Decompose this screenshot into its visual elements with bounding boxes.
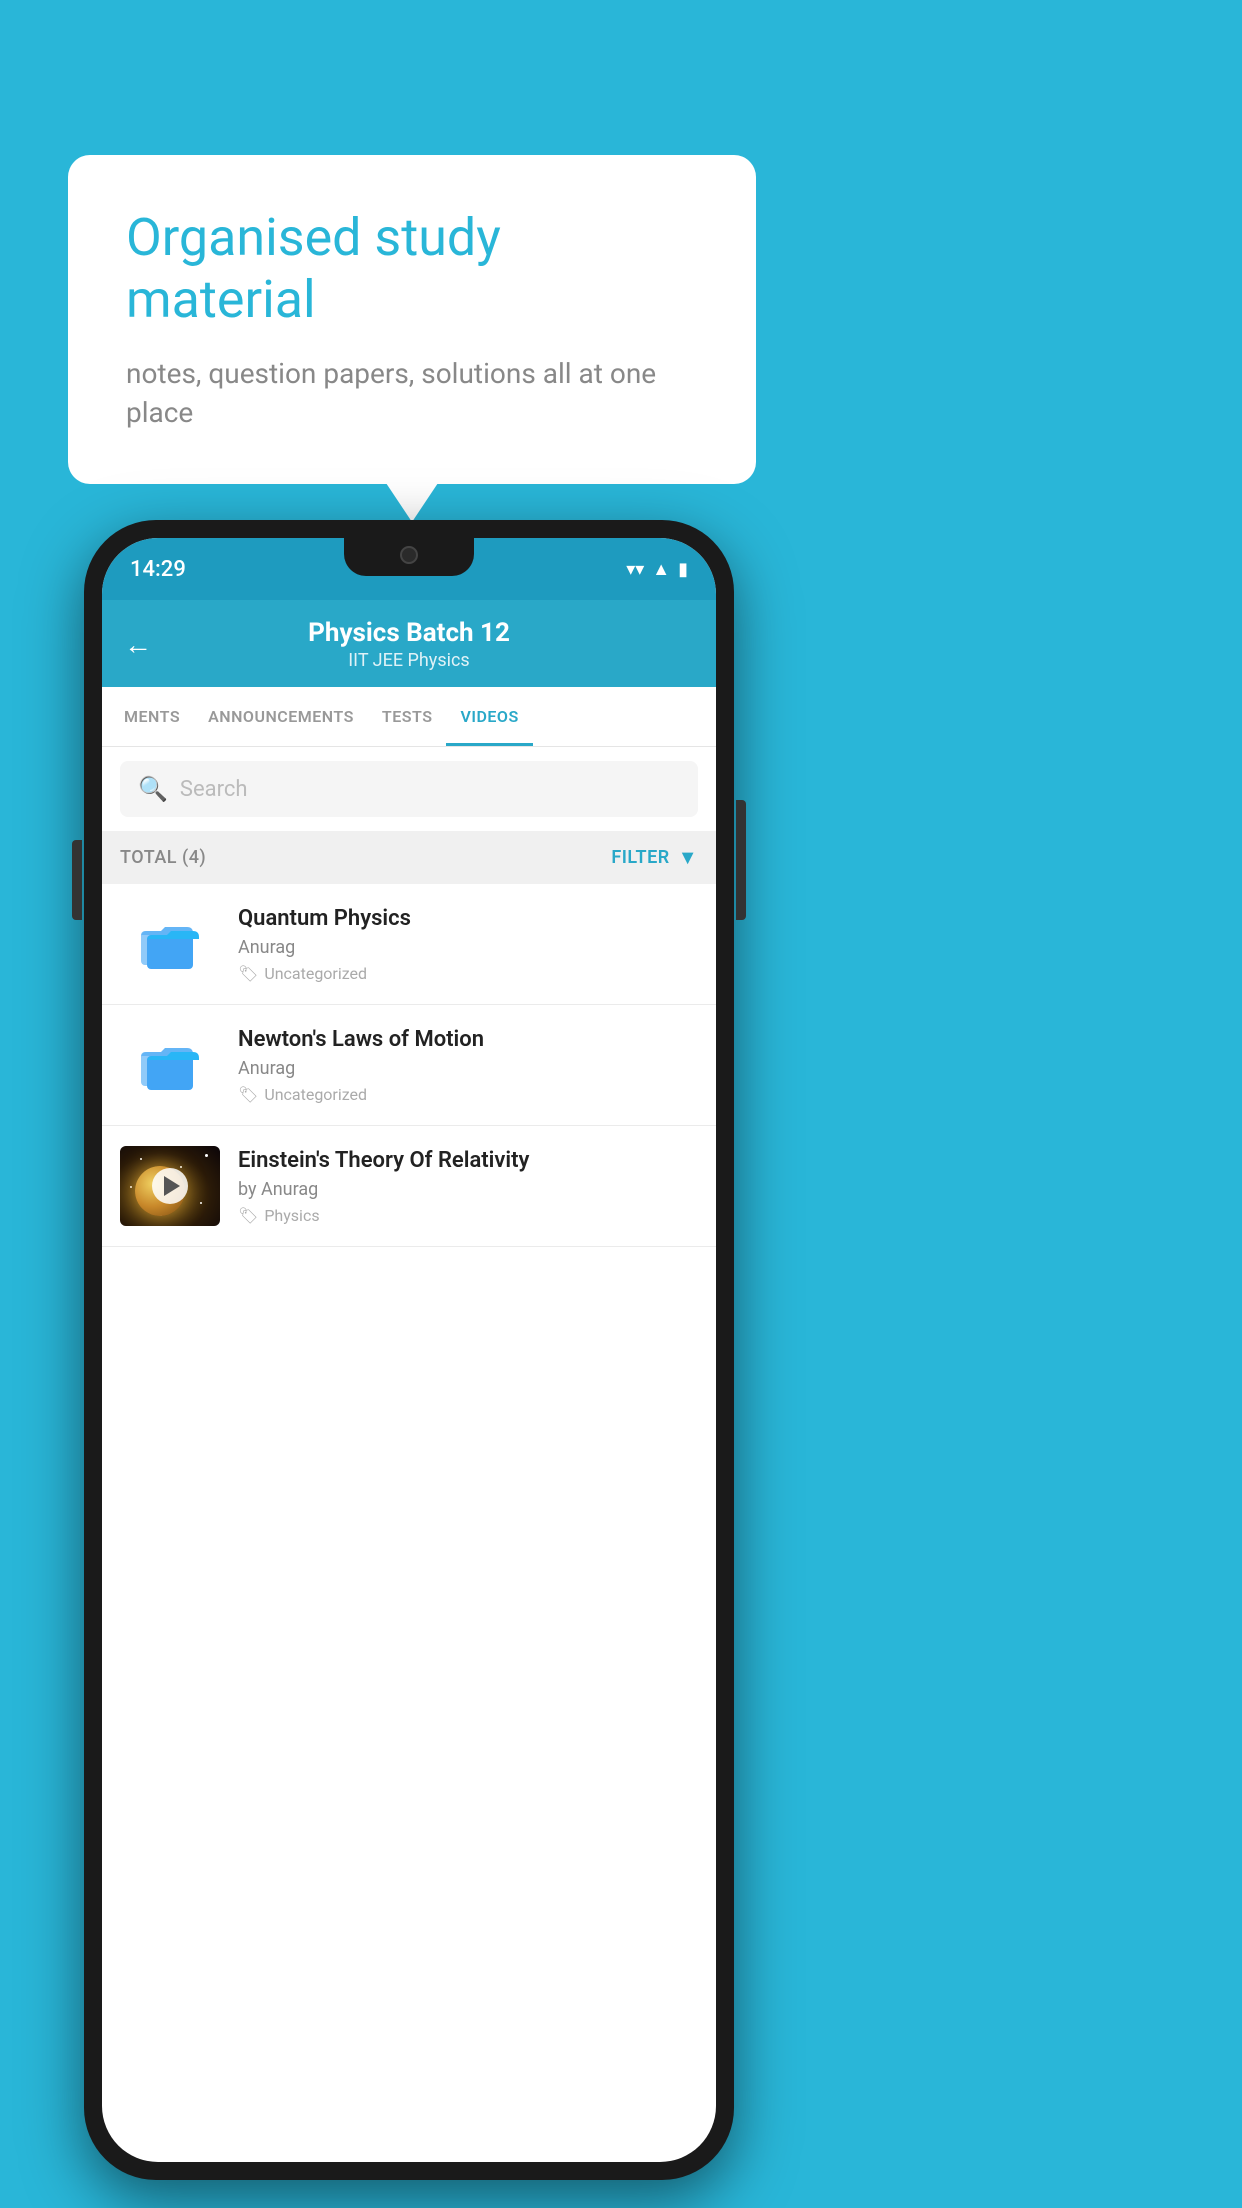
search-input[interactable]: Search [180,777,248,802]
video-author-2: Anurag [238,1058,698,1079]
tag-icon-2: 🏷 [238,1085,258,1104]
folder-icon [139,913,201,975]
play-triangle [164,1176,180,1196]
wifi-icon: ▾▾ [626,559,644,580]
video-tag-label-3: Physics [264,1206,319,1225]
video-title-3: Einstein's Theory Of Relativity [238,1148,698,1173]
video-info-2: Newton's Laws of Motion Anurag 🏷 Uncateg… [238,1027,698,1104]
filter-bar: TOTAL (4) FILTER ▼ [102,831,716,884]
battery-icon: ▮ [678,559,688,580]
search-icon: 🔍 [138,775,168,803]
header-title: Physics Batch 12 [170,618,648,648]
status-icons: ▾▾ ▲ ▮ [626,559,688,580]
status-time: 14:29 [130,557,186,582]
filter-button[interactable]: FILTER ▼ [611,845,698,870]
video-tag-3: 🏷 Physics [238,1206,698,1225]
phone-notch [344,538,474,576]
video-tag-label-1: Uncategorized [264,964,367,983]
status-bar: 14:29 ▾▾ ▲ ▮ [102,538,716,600]
tab-tests[interactable]: TESTS [368,687,447,746]
app-header: ← Physics Batch 12 IIT JEE Physics [102,600,716,687]
video-author-1: Anurag [238,937,698,958]
tag-icon-1: 🏷 [238,964,258,983]
video-tag-1: 🏷 Uncategorized [238,964,698,983]
search-bar[interactable]: 🔍 Search [120,761,698,817]
signal-icon: ▲ [652,559,670,580]
tab-announcements[interactable]: ANNOUNCEMENTS [194,687,368,746]
tabs-bar: MENTS ANNOUNCEMENTS TESTS VIDEOS [102,687,716,747]
bubble-title: Organised study material [126,207,698,332]
video-info-1: Quantum Physics Anurag 🏷 Uncategorized [238,906,698,983]
total-count: TOTAL (4) [120,847,206,868]
speech-bubble-card: Organised study material notes, question… [68,155,756,484]
folder-thumb-2 [120,1025,220,1105]
phone-device: 14:29 ▾▾ ▲ ▮ ← Physics Batch 12 IIT JEE … [84,520,734,2180]
video-title-2: Newton's Laws of Motion [238,1027,698,1052]
folder-thumb-1 [120,904,220,984]
search-container: 🔍 Search [102,747,716,831]
filter-icon: ▼ [678,845,698,870]
tag-icon-3: 🏷 [238,1206,258,1225]
video-tag-label-2: Uncategorized [264,1085,367,1104]
filter-label: FILTER [611,847,669,868]
tab-ments[interactable]: MENTS [110,687,194,746]
video-list: Quantum Physics Anurag 🏷 Uncategorized [102,884,716,1247]
tab-videos[interactable]: VIDEOS [446,687,532,746]
video-author-3: by Anurag [238,1179,698,1200]
video-info-3: Einstein's Theory Of Relativity by Anura… [238,1148,698,1225]
list-item[interactable]: Newton's Laws of Motion Anurag 🏷 Uncateg… [102,1005,716,1126]
video-tag-2: 🏷 Uncategorized [238,1085,698,1104]
header-subtitle: IIT JEE Physics [170,650,648,671]
bubble-subtitle: notes, question papers, solutions all at… [126,354,698,432]
back-button[interactable]: ← [124,628,152,661]
camera-dot [400,546,418,564]
play-button[interactable] [152,1168,188,1204]
list-item[interactable]: Quantum Physics Anurag 🏷 Uncategorized [102,884,716,1005]
list-item[interactable]: Einstein's Theory Of Relativity by Anura… [102,1126,716,1247]
video-title-1: Quantum Physics [238,906,698,931]
folder-icon [139,1034,201,1096]
video-thumbnail-3[interactable] [120,1146,220,1226]
